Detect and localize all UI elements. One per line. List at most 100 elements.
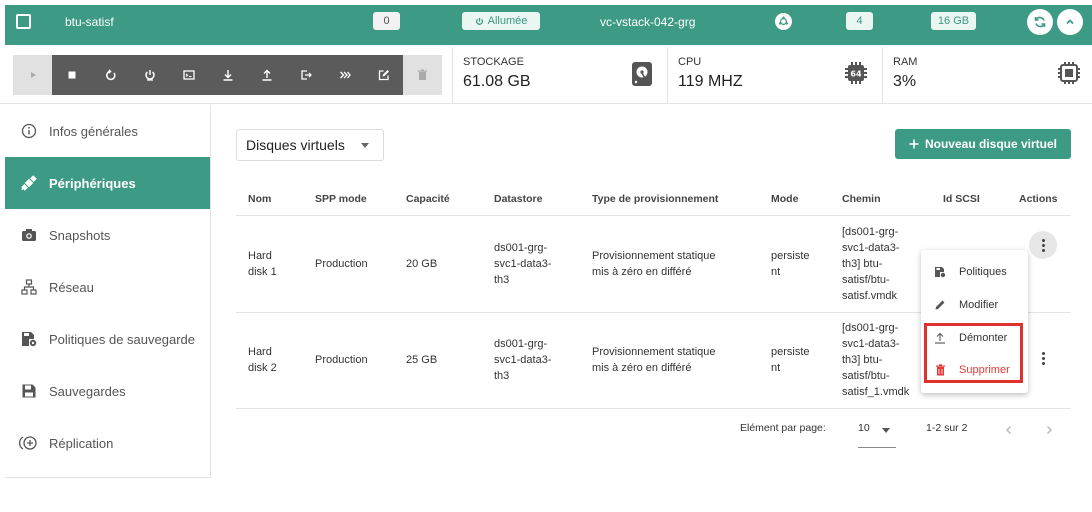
col-header-type-provisionnement: Type de provisionnement	[592, 193, 719, 205]
vm-select-checkbox[interactable]	[16, 14, 31, 29]
sidebar-item-label: Politiques de sauvegarde	[49, 331, 195, 347]
cpu-label: CPU	[678, 56, 702, 68]
export-icon	[300, 70, 312, 80]
console-button[interactable]	[169, 55, 208, 95]
vm-action-toolbar	[13, 55, 443, 95]
disk-path: [ds001-grg- svc1-data3- th3] btu- satisf…	[842, 226, 900, 302]
items-per-page-label: Elément par page:	[740, 422, 826, 434]
col-header-spp-mode: SPP mode	[315, 193, 367, 205]
storage-label: STOCKAGE	[463, 56, 524, 68]
device-type-select[interactable]: Disques virtuels	[236, 129, 384, 161]
ram-value: 3%	[893, 73, 917, 90]
start-button[interactable]	[13, 55, 52, 95]
sidebar-item-label: Réseau	[49, 279, 94, 295]
col-header-chemin: Chemin	[842, 193, 881, 205]
upload-icon	[262, 69, 271, 81]
delete-vm-button[interactable]	[403, 55, 442, 95]
col-header-datastore: Datastore	[494, 193, 543, 205]
sidebar-item-peripheriques[interactable]: Périphériques	[5, 157, 210, 209]
sidebar-item-label: Infos générales	[49, 123, 138, 139]
sidebar-item-politiques-de-sauvegarde[interactable]: Politiques de sauvegarde	[5, 313, 210, 365]
disk-mode: persiste nt	[771, 346, 810, 374]
disk-name: Hard disk 1	[248, 250, 277, 278]
stop-button[interactable]	[52, 55, 91, 95]
vm-name: btu-satisf	[65, 15, 114, 29]
ram-stat: RAM 3%	[882, 47, 1092, 103]
sync-icon	[1034, 16, 1046, 28]
menu-item-label: Modifier	[959, 299, 999, 311]
datastore: ds001-grg- svc1-data3- th3	[494, 242, 552, 286]
upload-button[interactable]	[247, 55, 286, 95]
previous-page-button[interactable]	[1003, 424, 1015, 436]
storage-value: 61.08 GB	[463, 73, 531, 90]
edit-icon	[378, 70, 389, 81]
ram-label: RAM	[893, 56, 918, 68]
menu-item-label: Politiques	[959, 266, 1007, 278]
policy-icon	[934, 266, 946, 278]
sidebar-item-sauvegardes[interactable]: Sauvegardes	[5, 365, 210, 417]
restart-icon	[105, 69, 116, 81]
power-icon	[475, 17, 483, 25]
collapse-button[interactable]	[1057, 9, 1083, 35]
migrate-button[interactable]	[325, 55, 364, 95]
device-type-value: Disques virtuels	[246, 137, 345, 153]
power-status-badge: Allumée	[462, 12, 540, 30]
capacity: 25 GB	[406, 354, 438, 366]
spp-mode: Production	[315, 354, 368, 366]
new-virtual-disk-button[interactable]: Nouveau disque virtuel	[895, 129, 1071, 159]
cpu-value: 119 MHZ	[678, 73, 743, 90]
sidebar-item-replication[interactable]: Réplication	[5, 417, 210, 469]
sidebar-nav: Infos générales Périphériques Snapshots …	[5, 105, 211, 478]
pagination-range: 1-2 sur 2	[926, 422, 968, 434]
cpu-chip-icon: 64	[845, 62, 867, 84]
disk-path: [ds001-grg- svc1-data3- th3] btu- satisf…	[842, 322, 910, 398]
vm-header-bar: btu-satisf 0 Allumée vc-vstack-042-grg 4…	[5, 5, 1092, 45]
chevron-left-icon	[1005, 425, 1012, 435]
sidebar-item-snapshots[interactable]: Snapshots	[5, 209, 210, 261]
trash-icon	[418, 69, 427, 80]
power-button[interactable]	[130, 55, 169, 95]
col-header-actions: Actions	[1019, 193, 1058, 205]
ram-size-badge: 16 GB	[931, 12, 976, 30]
menu-item-politiques[interactable]: Politiques	[921, 257, 1028, 287]
capacity: 20 GB	[406, 258, 438, 270]
cpu-count-badge: 4	[846, 12, 873, 30]
download-button[interactable]	[208, 55, 247, 95]
sidebar-item-label: Périphériques	[49, 175, 136, 191]
sidebar-item-infos-generales[interactable]: Infos générales	[5, 105, 210, 157]
export-button[interactable]	[286, 55, 325, 95]
spp-mode: Production	[315, 258, 368, 270]
edit-button[interactable]	[364, 55, 403, 95]
svg-text:64: 64	[850, 70, 862, 79]
caret-down-icon	[882, 428, 890, 433]
annotation-highlight-box	[924, 323, 1023, 383]
info-icon	[19, 121, 39, 141]
satellite-icon	[19, 173, 39, 193]
caret-down-icon	[361, 143, 369, 148]
row-actions-button[interactable]	[1029, 231, 1057, 259]
col-header-capacite: Capacité	[406, 193, 450, 205]
cpu-stat: CPU 119 MHZ 64	[667, 47, 882, 103]
vcenter-name: vc-vstack-042-grg	[600, 15, 696, 29]
chevron-right-icon	[1046, 425, 1053, 435]
provisioning-type: Provisionnement statique mis à zéro en d…	[592, 346, 716, 374]
col-header-id-scsi: Id SCSI	[943, 193, 980, 205]
col-header-mode: Mode	[771, 193, 799, 205]
camera-icon	[19, 225, 39, 245]
backup-policy-icon	[19, 329, 39, 349]
restart-button[interactable]	[91, 55, 130, 95]
table-header: Nom SPP mode Capacité Datastore Type de …	[236, 180, 1071, 216]
sidebar-item-label: Sauvegardes	[49, 383, 126, 399]
ubuntu-icon	[775, 13, 792, 30]
play-icon	[30, 72, 36, 78]
sidebar-item-label: Réplication	[49, 435, 114, 451]
sidebar-item-label: Snapshots	[49, 227, 111, 243]
stop-icon	[68, 71, 75, 79]
menu-item-modifier[interactable]: Modifier	[921, 290, 1028, 320]
row-actions-button[interactable]	[1029, 344, 1057, 372]
items-per-page-select[interactable]: 10	[858, 422, 896, 448]
next-page-button[interactable]	[1043, 424, 1055, 436]
sync-button[interactable]	[1027, 9, 1053, 35]
pencil-icon	[934, 299, 946, 311]
sidebar-item-reseau[interactable]: Réseau	[5, 261, 210, 313]
